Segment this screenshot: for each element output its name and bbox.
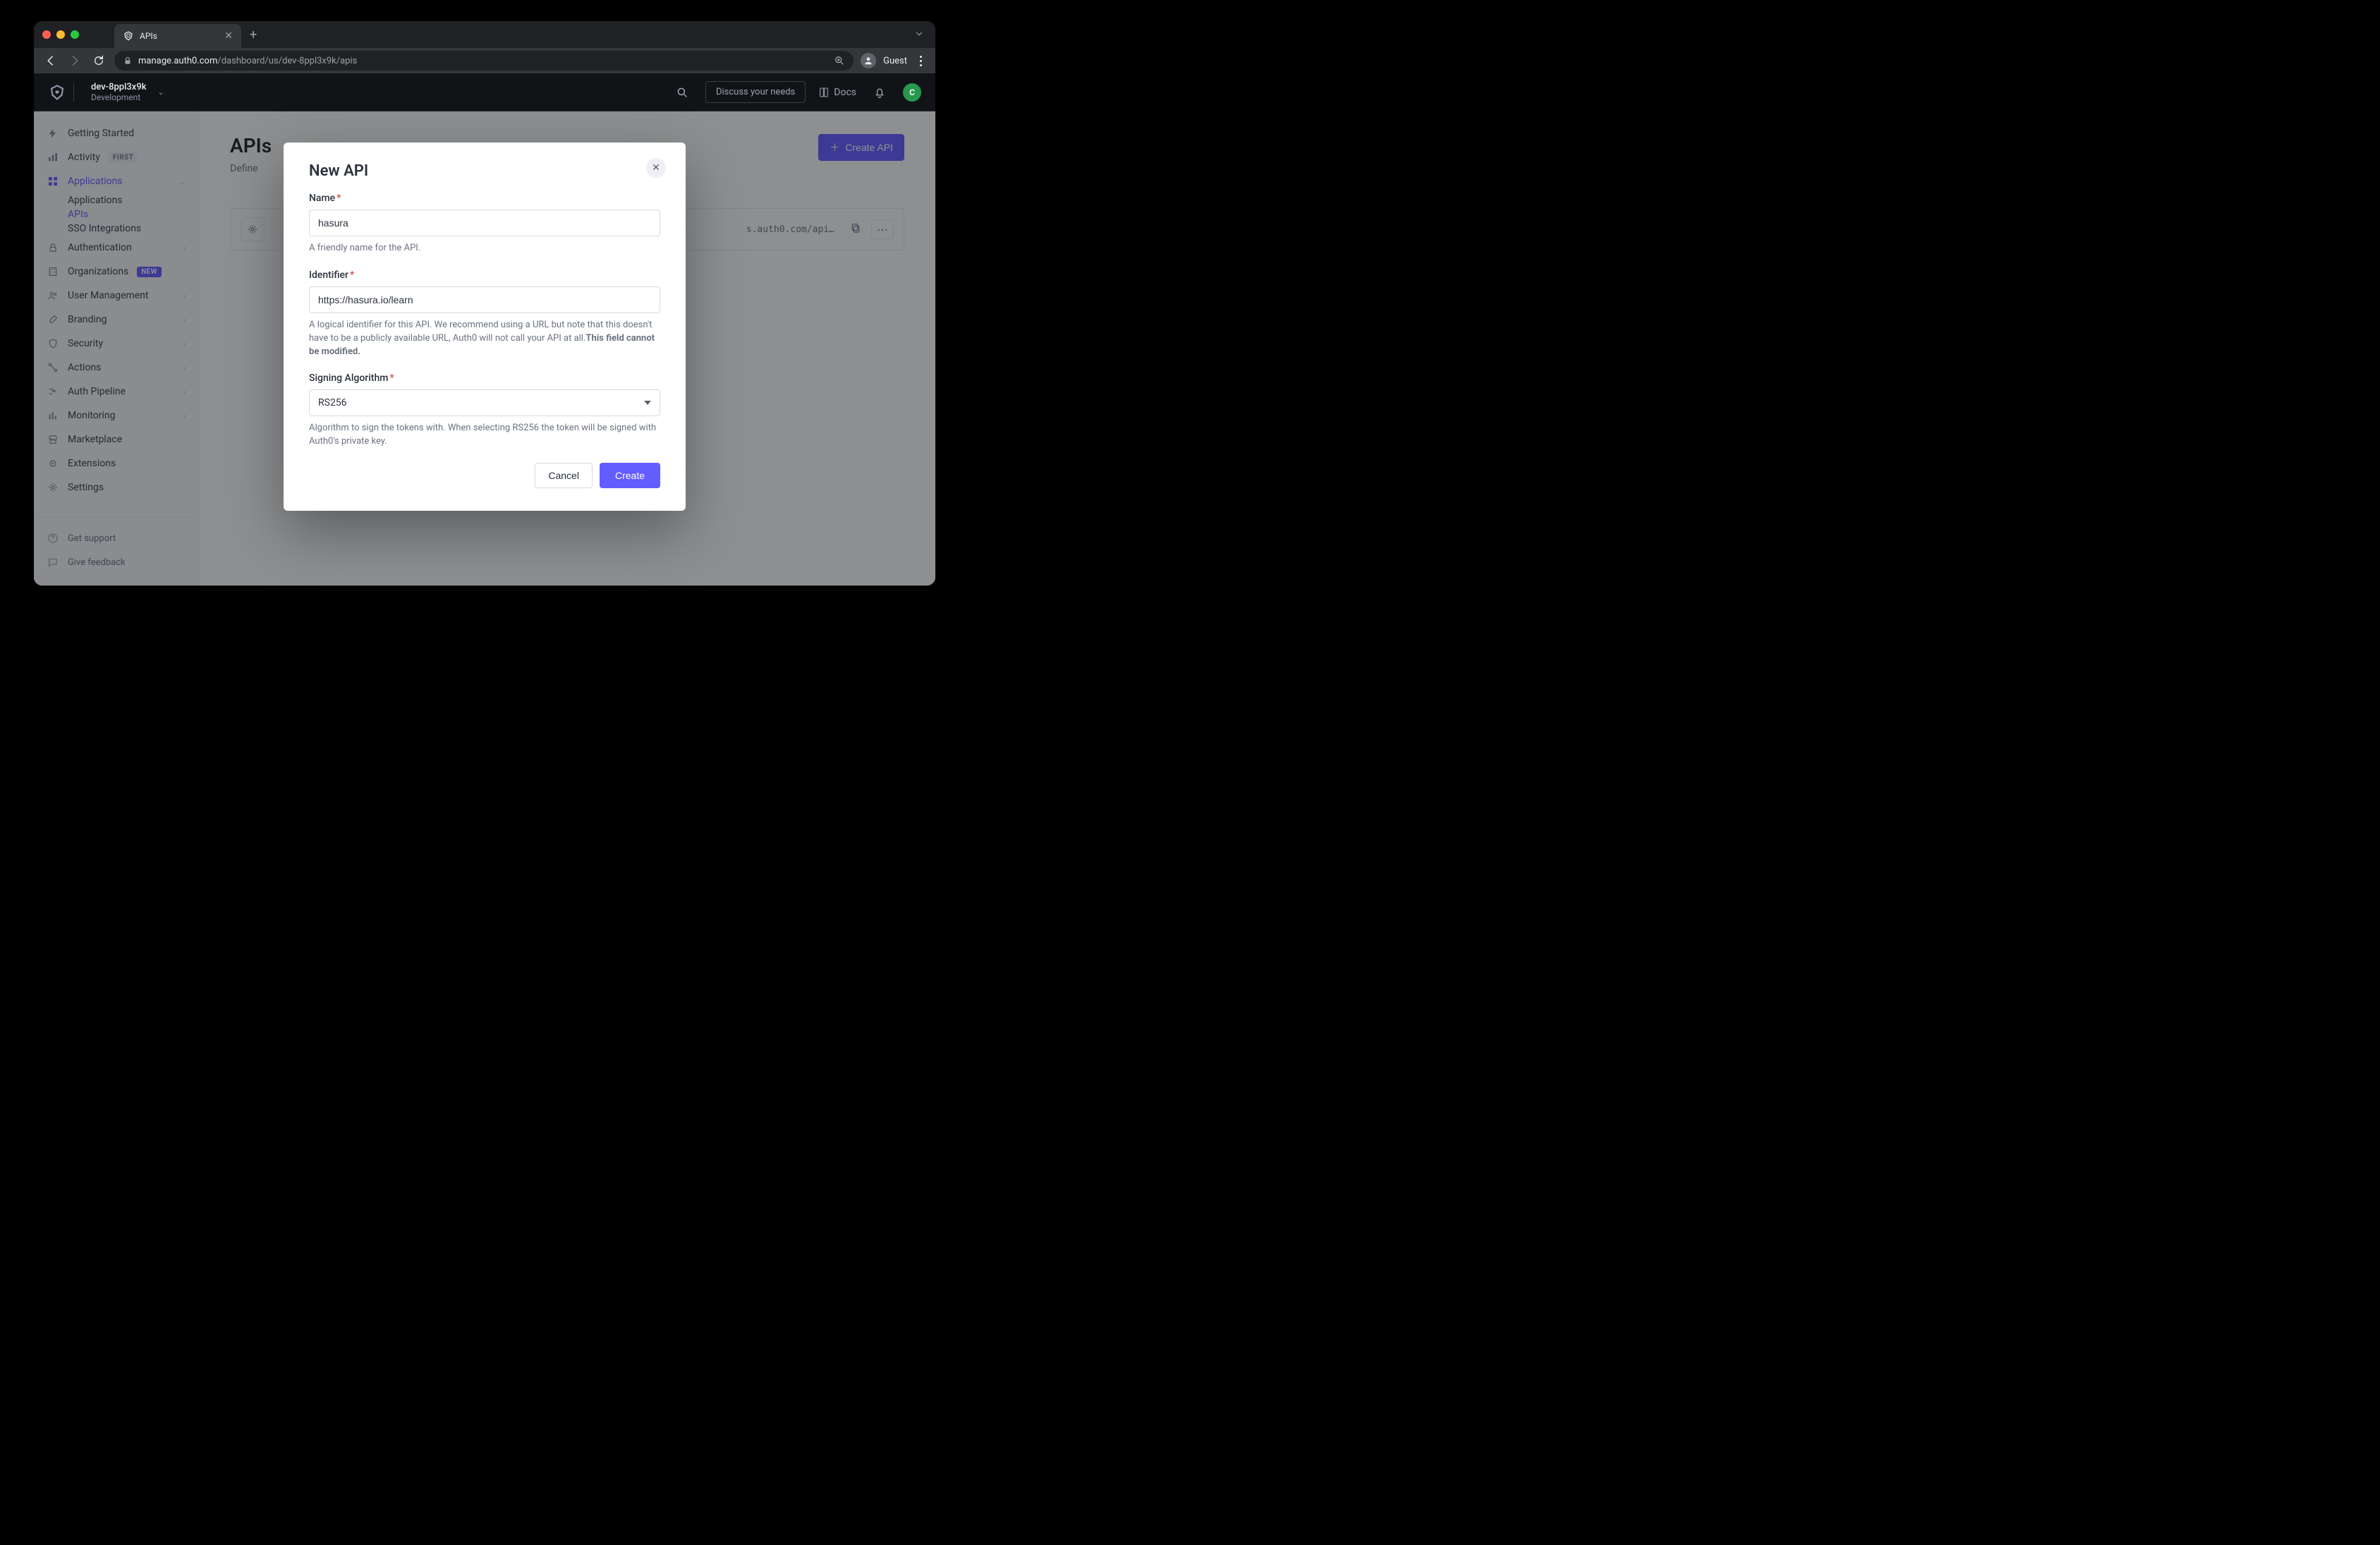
- docs-label: Docs: [834, 87, 856, 98]
- search-button[interactable]: [672, 82, 693, 103]
- browser-window: APIs ✕ + manage.auth0.com/dashboard/us/d…: [34, 21, 935, 586]
- window-close-icon[interactable]: [42, 30, 51, 39]
- lock-icon: [123, 56, 133, 66]
- browser-tab-strip: APIs ✕ +: [34, 21, 935, 48]
- cancel-button[interactable]: Cancel: [535, 463, 593, 488]
- user-avatar[interactable]: C: [903, 83, 921, 102]
- browser-reload-button[interactable]: [90, 52, 107, 69]
- window-minimize-icon[interactable]: [56, 30, 65, 39]
- notifications-button[interactable]: [869, 82, 890, 103]
- app-body: Getting Started Activity FIRST Applicati…: [34, 111, 935, 586]
- browser-forward-button[interactable]: [66, 52, 83, 69]
- bell-icon: [873, 86, 886, 99]
- zoom-icon[interactable]: [834, 55, 845, 66]
- modal-overlay[interactable]: ✕ New API Name* A friendly name for the …: [34, 111, 935, 586]
- chevron-down-icon[interactable]: ⌄: [157, 87, 164, 97]
- create-button[interactable]: Create: [600, 463, 660, 488]
- algorithm-help-text: Algorithm to sign the tokens with. When …: [309, 422, 660, 449]
- browser-tab[interactable]: APIs ✕: [114, 24, 241, 48]
- tenant-env: Development: [91, 92, 146, 102]
- browser-address-bar[interactable]: manage.auth0.com/dashboard/us/dev-8ppl3x…: [114, 51, 854, 71]
- tenant-switcher[interactable]: dev-8ppl3x9k Development: [91, 82, 146, 103]
- close-icon: ✕: [652, 162, 660, 174]
- identifier-field-label: Identifier*: [309, 269, 660, 281]
- book-icon: [818, 87, 830, 98]
- discuss-needs-button[interactable]: Discuss your needs: [705, 81, 806, 103]
- docs-link[interactable]: Docs: [818, 87, 856, 98]
- divider: [73, 83, 74, 102]
- new-api-modal: ✕ New API Name* A friendly name for the …: [284, 143, 686, 511]
- identifier-help-text: A logical identifier for this API. We re…: [309, 319, 660, 359]
- auth0-favicon-icon: [123, 30, 134, 42]
- browser-toolbar: manage.auth0.com/dashboard/us/dev-8ppl3x…: [34, 48, 935, 73]
- auth0-logo-icon[interactable]: [48, 83, 66, 102]
- app-topbar: dev-8ppl3x9k Development ⌄ Discuss your …: [34, 73, 935, 111]
- new-tab-button[interactable]: +: [241, 28, 265, 42]
- app-viewport: dev-8ppl3x9k Development ⌄ Discuss your …: [34, 73, 935, 586]
- browser-tab-close-icon[interactable]: ✕: [224, 30, 233, 42]
- browser-url: manage.auth0.com/dashboard/us/dev-8ppl3x…: [138, 56, 828, 66]
- name-field-label: Name*: [309, 193, 660, 204]
- browser-menu-icon[interactable]: [914, 56, 927, 66]
- identifier-input[interactable]: [309, 286, 660, 313]
- algorithm-field-label: Signing Algorithm*: [309, 372, 660, 384]
- browser-tab-title: APIs: [140, 31, 219, 41]
- modal-close-button[interactable]: ✕: [646, 158, 666, 178]
- browser-profile-icon[interactable]: [861, 53, 876, 68]
- caret-down-icon: [644, 401, 651, 405]
- window-controls: [42, 30, 79, 39]
- tenant-name: dev-8ppl3x9k: [91, 82, 146, 93]
- window-zoom-icon[interactable]: [71, 30, 79, 39]
- modal-title: New API: [309, 162, 660, 180]
- browser-back-button[interactable]: [42, 52, 59, 69]
- browser-profile-label[interactable]: Guest: [883, 56, 907, 66]
- algorithm-select[interactable]: RS256: [309, 389, 660, 416]
- name-help-text: A friendly name for the API.: [309, 242, 660, 255]
- chevron-down-icon[interactable]: [914, 29, 924, 39]
- search-icon: [676, 86, 688, 99]
- algorithm-value: RS256: [318, 397, 347, 408]
- name-input[interactable]: [309, 210, 660, 236]
